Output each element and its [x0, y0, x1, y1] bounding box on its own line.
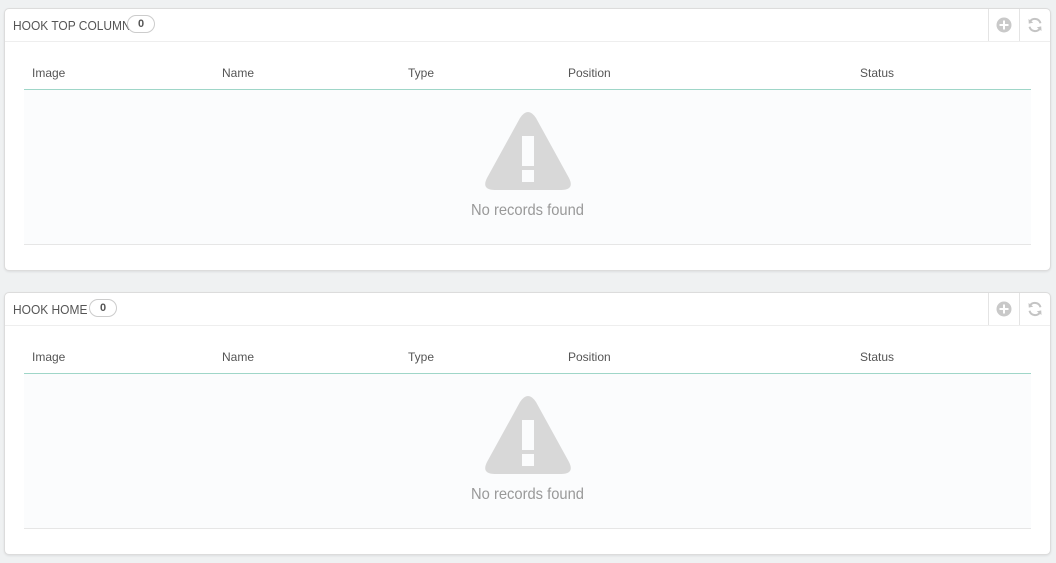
record-count-badge: 0: [89, 299, 117, 317]
panel-heading: HOOK HOME 0: [5, 293, 1050, 326]
panel-title: HOOK HOME: [13, 302, 88, 317]
column-header-status[interactable]: Status: [860, 350, 894, 364]
add-button[interactable]: [988, 9, 1019, 41]
refresh-button[interactable]: [1019, 9, 1050, 41]
panel-toolbar: [988, 9, 1050, 41]
empty-state-text: No records found: [471, 202, 584, 219]
column-header-position[interactable]: Position: [568, 350, 611, 364]
column-header-name[interactable]: Name: [222, 350, 254, 364]
table-header: Image Name Type Position Status: [24, 341, 1031, 374]
warning-icon: [485, 396, 571, 474]
warning-icon: [485, 112, 571, 190]
panel-heading: HOOK TOP COLUMN 0: [5, 9, 1050, 42]
hook-home-panel: HOOK HOME 0 Image Name Type Position Sta…: [4, 292, 1051, 555]
refresh-icon: [1028, 301, 1042, 317]
plus-circle-icon: [996, 301, 1012, 317]
record-count-badge: 0: [127, 15, 155, 33]
table-header: Image Name Type Position Status: [24, 57, 1031, 90]
panel-title: HOOK TOP COLUMN: [13, 18, 131, 33]
table-body-empty: No records found: [24, 374, 1031, 529]
refresh-icon: [1028, 17, 1042, 33]
empty-state-text: No records found: [471, 486, 584, 503]
add-button[interactable]: [988, 293, 1019, 325]
table-body-empty: No records found: [24, 90, 1031, 245]
column-header-image[interactable]: Image: [32, 350, 65, 364]
column-header-image[interactable]: Image: [32, 66, 65, 80]
column-header-type[interactable]: Type: [408, 66, 434, 80]
column-header-position[interactable]: Position: [568, 66, 611, 80]
column-header-type[interactable]: Type: [408, 350, 434, 364]
panel-toolbar: [988, 293, 1050, 325]
column-header-status[interactable]: Status: [860, 66, 894, 80]
refresh-button[interactable]: [1019, 293, 1050, 325]
column-header-name[interactable]: Name: [222, 66, 254, 80]
plus-circle-icon: [996, 17, 1012, 33]
records-table: Image Name Type Position Status No recor…: [24, 341, 1031, 529]
records-table: Image Name Type Position Status No recor…: [24, 57, 1031, 245]
hook-top-column-panel: HOOK TOP COLUMN 0 Image Name Type Positi…: [4, 8, 1051, 271]
